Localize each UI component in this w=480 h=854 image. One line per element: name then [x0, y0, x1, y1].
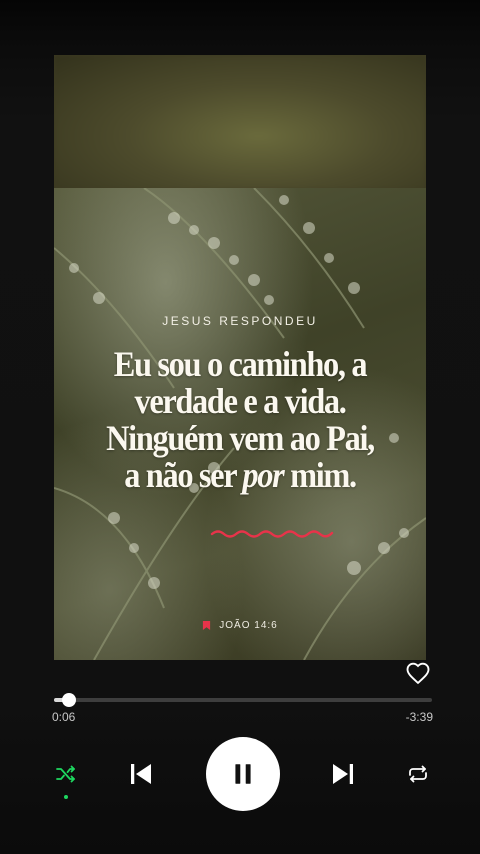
verse-reference: JOÃO 14:6 [54, 620, 426, 631]
heart-outline-icon [406, 662, 430, 685]
verse-reference-text: JOÃO 14:6 [219, 620, 278, 631]
verse-text: Eu sou o caminho, a verdade e a vida. Ni… [82, 346, 399, 494]
verse-line-3: Ninguém vem ao Pai, [106, 418, 375, 458]
playback-progress-bar[interactable] [54, 693, 432, 707]
red-underline-scribble [210, 530, 334, 538]
elapsed-time: 0:06 [52, 710, 76, 724]
next-track-button[interactable] [326, 757, 360, 791]
verse-line-1: Eu sou o caminho, a [113, 344, 368, 384]
artwork-blurred-background [54, 55, 426, 190]
shuffle-active-indicator [64, 795, 68, 799]
progress-scrubber-handle[interactable] [62, 693, 77, 707]
verse-line-2: verdade e a vida. [134, 381, 346, 421]
verse-card: JESUS RESPONDEU Eu sou o caminho, a verd… [54, 188, 426, 660]
skip-previous-icon [131, 764, 151, 784]
verse-line-4-suffix: mim. [283, 455, 357, 495]
skip-next-icon [333, 764, 353, 784]
verse-emphasis: por [242, 455, 284, 495]
repeat-icon [409, 765, 427, 783]
verse-kicker: JESUS RESPONDEU [162, 314, 318, 328]
play-pause-button[interactable] [206, 737, 280, 811]
pause-icon [235, 764, 251, 784]
previous-track-button[interactable] [124, 757, 158, 791]
remaining-time: -3:39 [405, 710, 433, 724]
now-playing-screen: JESUS RESPONDEU Eu sou o caminho, a verd… [0, 0, 480, 854]
shuffle-icon [56, 765, 75, 783]
shuffle-button[interactable] [52, 760, 80, 788]
bookmark-icon [203, 621, 211, 630]
verse-line-4: a não ser por mim. [82, 457, 399, 494]
repeat-button[interactable] [404, 760, 432, 788]
verse-line-4-prefix: a não ser [124, 455, 243, 495]
like-button[interactable] [404, 659, 432, 687]
album-artwork: JESUS RESPONDEU Eu sou o caminho, a verd… [54, 55, 426, 660]
